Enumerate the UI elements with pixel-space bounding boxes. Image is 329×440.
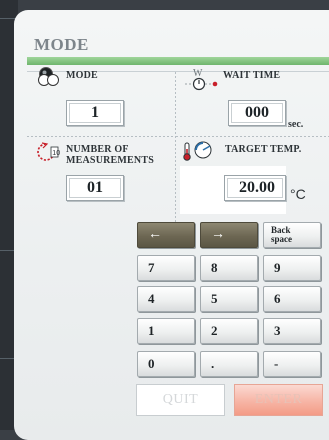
key-5[interactable]: 5 [200,286,258,312]
left-arrow-key[interactable]: ← [137,222,195,248]
wait-time-field[interactable]: 000 [228,100,286,126]
key-0[interactable]: 0 [137,351,195,377]
key-3[interactable]: 3 [263,318,321,344]
key-6[interactable]: 6 [263,286,321,312]
key-2[interactable]: 2 [200,318,258,344]
wait-time-unit: sec. [288,119,304,130]
target-temp-unit: °C [290,186,306,202]
measurements-label: NUMBER OF MEASUREMENTS [66,144,154,166]
key-1[interactable]: 1 [137,318,195,344]
target-temp-field[interactable]: 20.00 [224,175,286,201]
mode-label: MODE [66,70,98,81]
svg-text:10: 10 [52,150,60,157]
repeat-count-icon: 10 [37,142,60,161]
mode-circles-icon [38,67,59,86]
key-decimal[interactable]: . [200,351,258,377]
right-arrow-key[interactable]: → [200,222,258,248]
target-temp-label: TARGET TEMP. [225,144,302,155]
divider [176,136,329,137]
quit-button[interactable]: QUIT [136,384,225,416]
thermometer-icon [183,141,212,161]
wait-time-label: WAIT TIME [223,70,281,81]
title-accent-bar [27,57,329,65]
mode-field[interactable]: 1 [66,100,124,126]
key-minus[interactable]: - [263,351,321,377]
dialog-title: MODE [34,35,89,54]
backspace-label-line2: space [271,234,292,244]
measurements-label-line1: NUMBER OF [66,144,129,155]
key-8[interactable]: 8 [200,255,258,281]
enter-button[interactable]: ENTER [234,384,323,416]
measurements-label-line2: MEASUREMENTS [66,155,154,166]
divider [175,72,176,222]
mode-dialog: MODE MODE 1 W WAIT TIME 000 sec. 10 NUMB… [14,10,329,440]
measurements-field[interactable]: 01 [66,175,124,201]
key-9[interactable]: 9 [263,255,321,281]
backspace-key[interactable]: Back space [263,222,321,248]
stopwatch-icon: W [185,68,221,94]
key-4[interactable]: 4 [137,286,195,312]
key-7[interactable]: 7 [137,255,195,281]
divider [27,136,175,137]
